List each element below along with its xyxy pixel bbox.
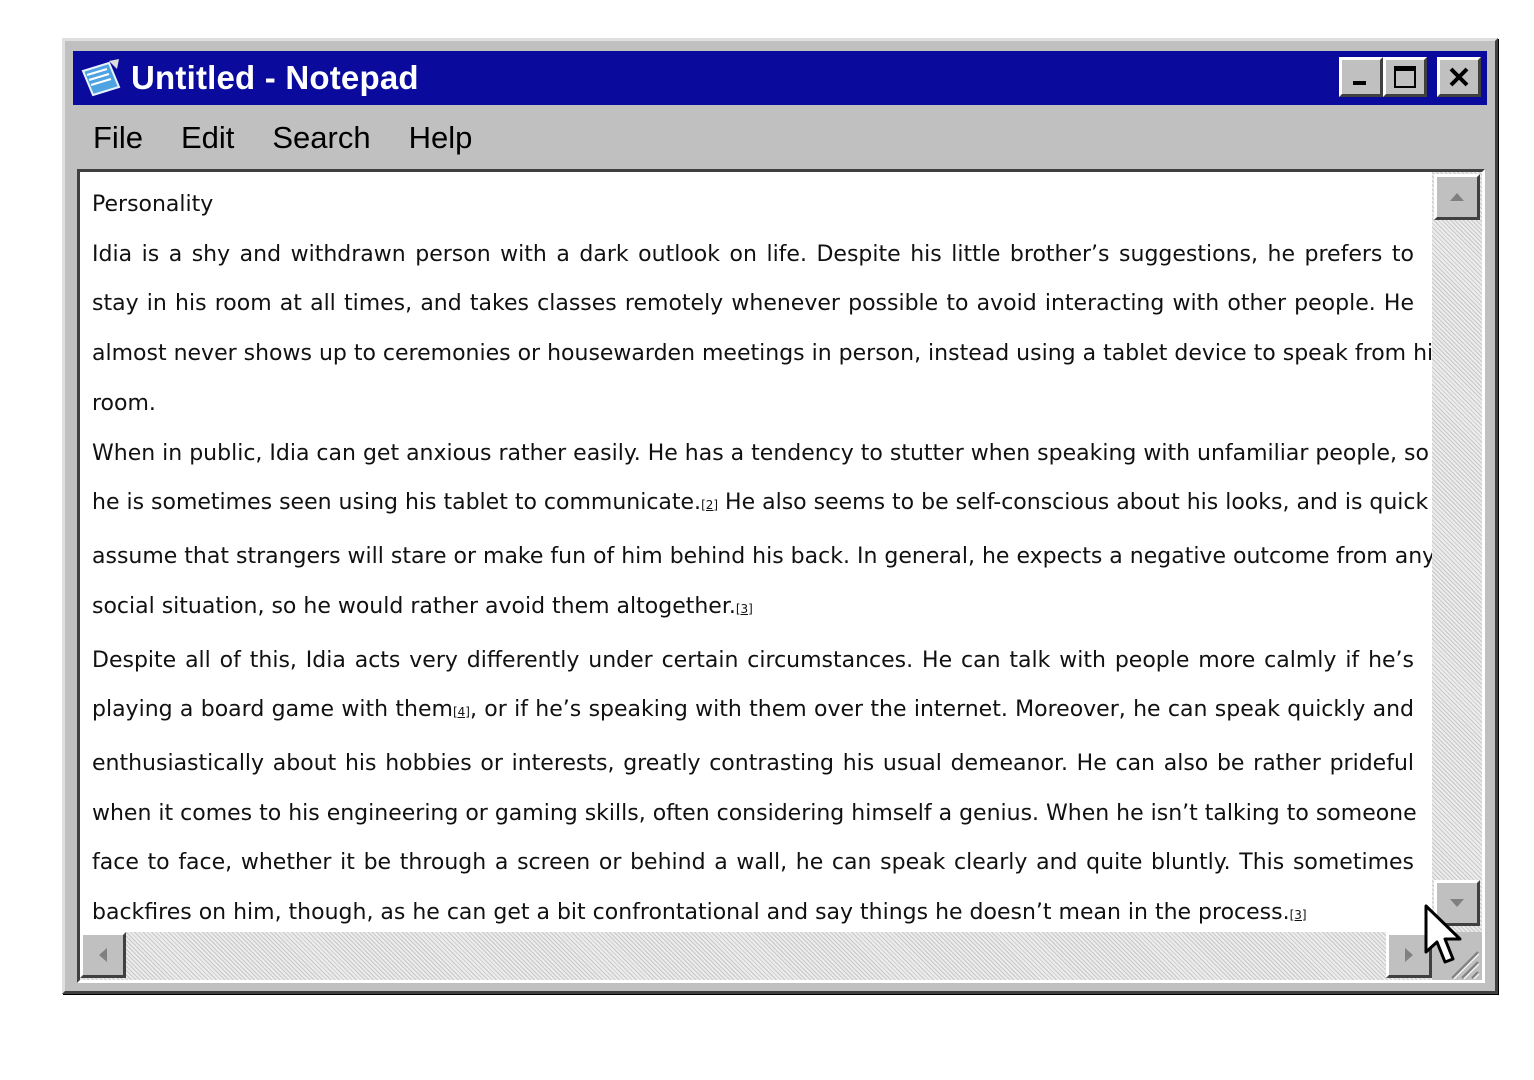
notepad-icon (81, 59, 121, 97)
close-button[interactable] (1437, 57, 1481, 97)
text-line: room. (92, 391, 156, 416)
notepad-window: Untitled - Notepad File Edit Search Help… (62, 38, 1498, 994)
mouse-pointer-icon (1424, 904, 1462, 964)
text-line: face to face, whether it be through a sc… (92, 850, 1414, 875)
text-line: backfires on him, though, as he can get … (92, 900, 1307, 925)
close-icon (1449, 67, 1469, 87)
citation-link[interactable]: [4] (453, 705, 470, 719)
text-line: Despite all of this, Idia acts very diff… (92, 648, 1414, 673)
scroll-up-button[interactable] (1434, 174, 1480, 220)
vertical-scrollbar[interactable] (1432, 172, 1482, 932)
menu-help[interactable]: Help (409, 120, 473, 156)
text-line: when it comes to his engineering or gami… (92, 801, 1417, 826)
scroll-up-arrow-icon (1450, 193, 1464, 201)
title-bar[interactable]: Untitled - Notepad (73, 51, 1487, 105)
menu-file[interactable]: File (93, 120, 143, 156)
text-line: When in public, Idia can get anxious rat… (92, 441, 1429, 466)
text-line: stay in his room at all times, and takes… (92, 291, 1414, 316)
scroll-left-button[interactable] (80, 932, 126, 978)
horizontal-scrollbar[interactable] (80, 932, 1432, 980)
menu-edit[interactable]: Edit (181, 120, 234, 156)
text-line: social situation, so he would rather avo… (92, 594, 753, 619)
window-controls (1339, 57, 1481, 97)
text-editor[interactable]: Personality Idia is a shy and withdrawn … (80, 172, 1432, 932)
scroll-right-arrow-icon (1405, 948, 1413, 962)
menu-bar: File Edit Search Help (75, 113, 492, 163)
maximize-button[interactable] (1383, 57, 1427, 97)
text-line: almost never shows up to ceremonies or h… (92, 341, 1432, 366)
window-title: Untitled - Notepad (131, 59, 419, 96)
text-line: enthusiastically about his hobbies or in… (92, 751, 1414, 776)
minimize-button[interactable] (1339, 57, 1383, 97)
text-line: playing a board game with them[4], or if… (92, 697, 1415, 722)
editor-area: Personality Idia is a shy and withdrawn … (77, 169, 1485, 983)
text-line: Personality (92, 192, 214, 217)
text-line: he is sometimes seen using his tablet to… (92, 490, 1432, 515)
text-line: assume that strangers will stare or make… (92, 544, 1432, 569)
citation-link[interactable]: [3] (1290, 908, 1307, 922)
scroll-left-arrow-icon (99, 948, 107, 962)
menu-search[interactable]: Search (272, 120, 370, 156)
citation-link[interactable]: [3] (736, 602, 753, 616)
text-line: Idia is a shy and withdrawn person with … (92, 242, 1414, 267)
citation-link[interactable]: [2] (701, 498, 718, 512)
minimize-icon (1353, 81, 1366, 85)
maximize-icon (1394, 66, 1416, 88)
